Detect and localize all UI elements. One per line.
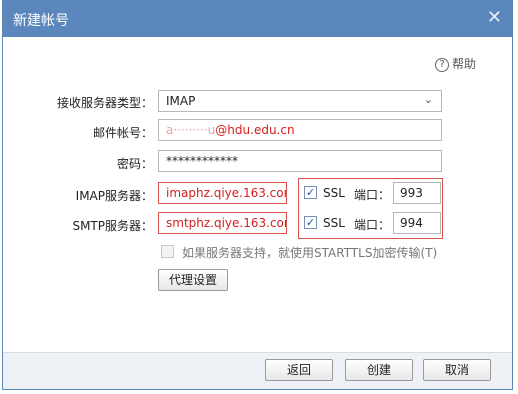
smtp-port-input[interactable]: 994 [393,212,441,234]
question-icon: ? [434,57,449,72]
smtp-ssl-label: SSL [323,216,345,230]
receive-type-value: IMAP [166,94,196,108]
imap-ssl-checkbox[interactable]: ✓ [304,186,317,199]
email-suffix: @hdu.edu.cn [215,123,295,137]
imap-ssl-label: SSL [323,186,345,200]
smtp-port-label: 端口： [354,218,391,232]
imap-port-input[interactable]: 993 [393,182,441,204]
receive-type-select[interactable]: IMAP ⌄ [158,90,442,112]
close-icon[interactable]: ✕ [487,7,502,28]
email-prefix-hidden: a·········u [166,123,216,137]
help-label: 帮助 [451,57,476,71]
email-account-input[interactable]: a·········u@hdu.edu.cn [158,119,442,141]
starttls-label: 如果服务器支持，就使用STARTTLS加密传输(T) [182,246,438,260]
receive-type-label: 接收服务器类型： [56,96,153,110]
help-link[interactable]: ? 帮助 [434,55,476,72]
smtp-server-input[interactable]: smtphz.qiye.163.com [158,212,287,234]
imap-server-input[interactable]: imaphz.qiye.163.com [158,182,287,204]
chevron-down-icon: ⌄ [423,93,433,106]
imap-server-label: IMAP服务器： [75,189,153,203]
back-button[interactable]: 返回 [265,359,333,381]
email-account-label: 邮件帐号： [92,126,153,140]
proxy-settings-button[interactable]: 代理设置 [158,269,228,291]
smtp-ssl-checkbox[interactable]: ✓ [304,216,317,229]
smtp-server-label: SMTP服务器： [72,219,153,233]
create-button[interactable]: 创建 [345,359,413,381]
cancel-button[interactable]: 取消 [423,359,491,381]
password-input[interactable]: ************ [158,150,442,172]
imap-port-label: 端口： [354,188,391,202]
dialog-title: 新建帐号 [13,13,69,29]
dialog-footer: 返回 创建 取消 [3,352,512,389]
starttls-checkbox[interactable] [161,245,174,258]
new-account-dialog: 新建帐号 ✕ ? 帮助 接收服务器类型： IMAP ⌄ 邮件帐号： a······… [2,0,513,390]
password-label: 密码： [116,157,153,171]
dialog-titlebar: 新建帐号 ✕ [3,1,512,37]
